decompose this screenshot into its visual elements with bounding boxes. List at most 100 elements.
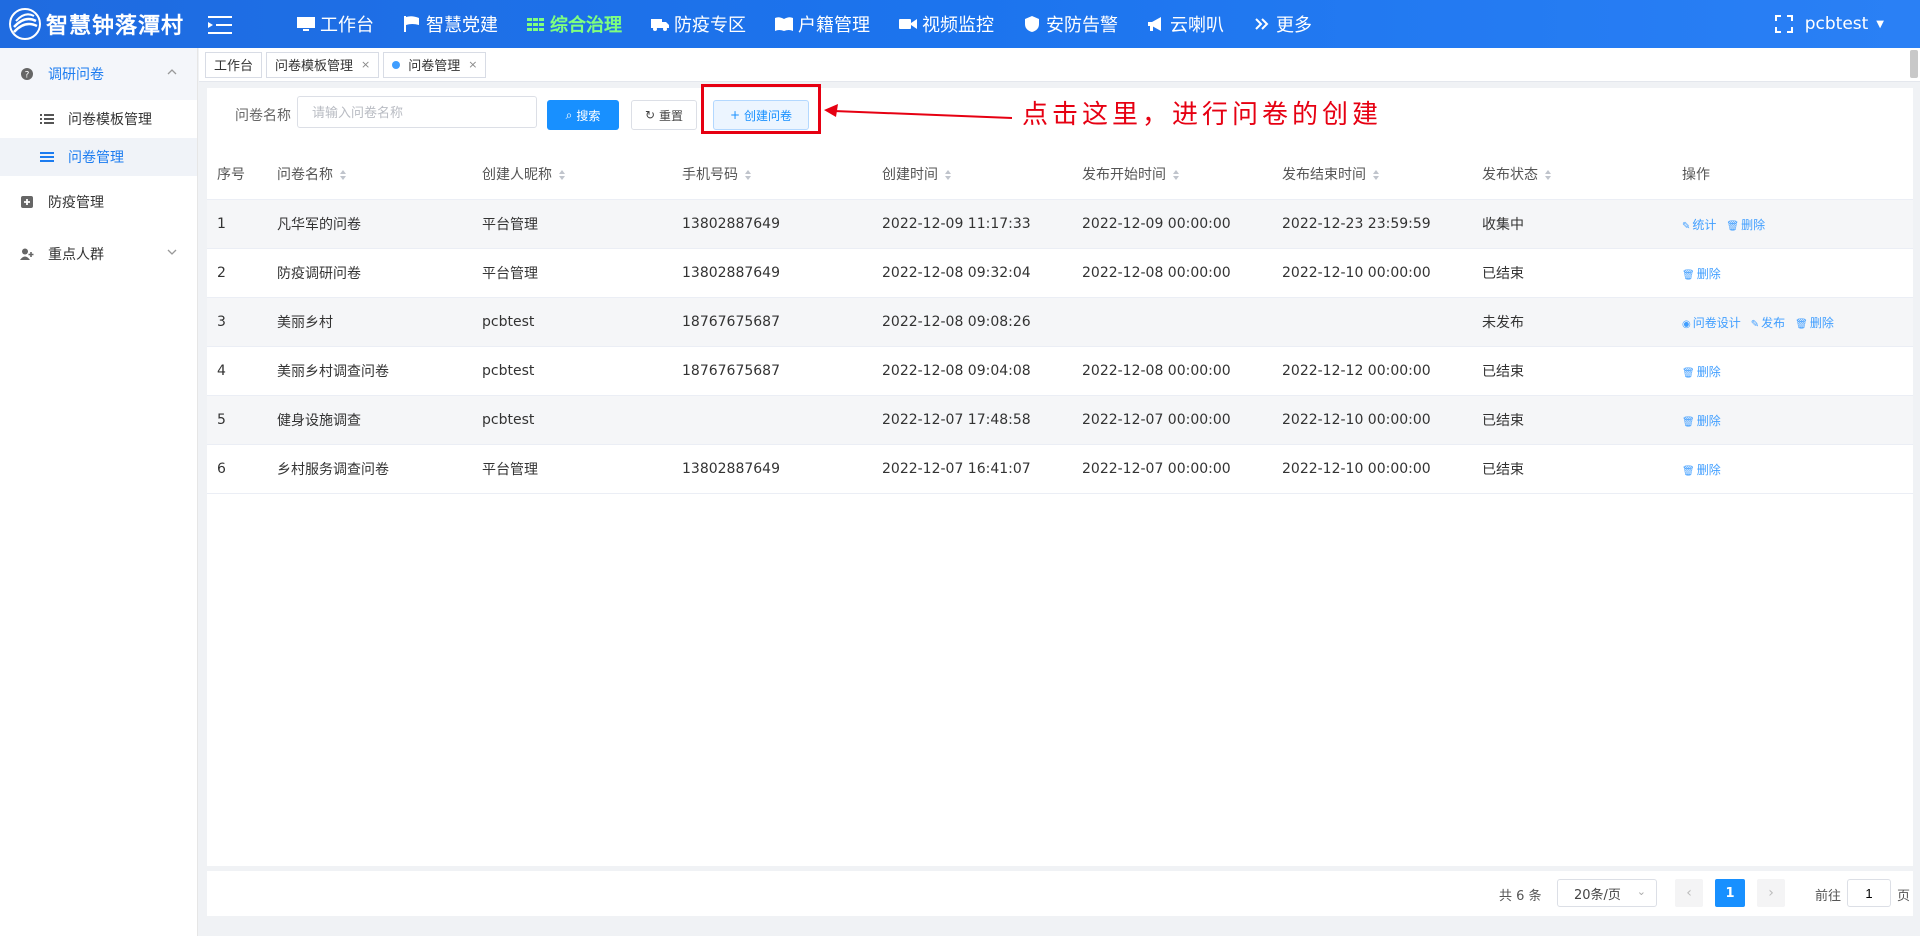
action-link[interactable]: 🗑 删除	[1682, 414, 1721, 428]
nav-item-2[interactable]: 综合治理	[526, 11, 622, 37]
trash-icon: 🗑	[1682, 416, 1695, 428]
fullscreen-icon[interactable]	[1774, 15, 1793, 33]
cell-creator: 平台管理	[482, 266, 538, 282]
sort-icon[interactable]	[339, 169, 347, 181]
survey-name-input[interactable]	[297, 96, 537, 128]
column-header[interactable]: 创建人昵称	[472, 164, 672, 184]
chevron-up-icon	[167, 69, 177, 75]
tab-workbench[interactable]: 工作台	[205, 51, 263, 78]
table-row[interactable]: 6 乡村服务调查问卷 平台管理 13802887649 2022-12-07 16:41…	[207, 445, 1913, 494]
action-label: 删除	[1809, 315, 1834, 330]
sort-icon[interactable]	[944, 169, 952, 181]
prev-page-button[interactable]: ‹	[1675, 879, 1703, 907]
brand[interactable]: 智慧钟落潭村	[8, 7, 184, 41]
tab-survey-manage[interactable]: 问卷管理 ×	[383, 51, 487, 78]
close-icon[interactable]: ×	[361, 58, 370, 71]
action-label: 删除	[1696, 462, 1721, 477]
sidebar-group-key-people[interactable]: 重点人群	[0, 228, 197, 280]
table-row[interactable]: 4 美丽乡村调查问卷 pcbtest 18767675687 2022-12-08 09…	[207, 347, 1913, 396]
sidebar-item-survey-manage[interactable]: 问卷管理	[0, 138, 197, 176]
column-header[interactable]: 发布开始时间	[1072, 164, 1272, 184]
action-link[interactable]: ✎ 统计	[1682, 218, 1716, 232]
scrollbar[interactable]	[1910, 50, 1918, 78]
nav-item-7[interactable]: 云喇叭	[1146, 11, 1224, 37]
next-page-button[interactable]: ›	[1757, 879, 1785, 907]
nav-item-8[interactable]: 更多	[1252, 11, 1312, 37]
close-icon[interactable]: ×	[468, 58, 477, 71]
nav-item-4[interactable]: 户籍管理	[774, 11, 870, 37]
goto-label: 前往	[1815, 889, 1842, 904]
tab-template-manage[interactable]: 问卷模板管理 ×	[266, 51, 380, 78]
sidebar-group-survey[interactable]: ? 调研问卷	[0, 48, 197, 100]
sidebar-item-label: 问卷模板管理	[68, 112, 152, 128]
goto-page-input[interactable]	[1847, 879, 1891, 907]
column-header[interactable]: 创建时间	[872, 164, 1072, 184]
trash-icon: 🗑	[1682, 269, 1695, 281]
trash-icon: 🗑	[1682, 367, 1695, 379]
sort-icon[interactable]	[744, 169, 752, 181]
action-link[interactable]: ◉ 问卷设计	[1682, 316, 1741, 330]
cell-end: 2022-12-10 00:00:00	[1282, 265, 1431, 281]
sort-icon[interactable]	[558, 169, 566, 181]
menu-icon	[40, 152, 54, 162]
cell-start: 2022-12-08 00:00:00	[1082, 265, 1231, 281]
page-number-current[interactable]: 1	[1715, 879, 1745, 907]
column-header[interactable]: 问卷名称	[267, 164, 472, 184]
nav-item-0[interactable]: 工作台	[296, 11, 374, 37]
cell-actions: 🗑 删除	[1672, 265, 1913, 282]
tabs-bar: 工作台 问卷模板管理 × 问卷管理 ×	[199, 48, 1920, 82]
action-link[interactable]: 🗑 删除	[1682, 365, 1721, 379]
cell-phone: 13802887649	[682, 265, 780, 281]
action-link[interactable]: 🗑 删除	[1795, 316, 1834, 330]
search-button[interactable]: ⌕ 搜索	[547, 100, 619, 130]
sort-icon[interactable]	[1172, 169, 1180, 181]
user-area[interactable]: pcbtest ▼	[1774, 0, 1884, 48]
trash-icon: 🗑	[1682, 465, 1695, 477]
action-label: 问卷设计	[1692, 315, 1741, 330]
edit-icon: ✎	[1682, 220, 1691, 232]
cell-start: 2022-12-07 00:00:00	[1082, 461, 1231, 477]
nav-item-1[interactable]: 智慧党建	[402, 11, 498, 37]
action-label: 删除	[1696, 413, 1721, 428]
column-header[interactable]: 发布状态	[1472, 164, 1672, 184]
nav-item-label: 工作台	[320, 15, 374, 36]
sort-icon[interactable]	[1544, 169, 1552, 181]
nav-item-5[interactable]: 视频监控	[898, 11, 994, 37]
action-link[interactable]: ✎ 发布	[1751, 316, 1785, 330]
list-icon	[40, 114, 54, 124]
action-link[interactable]: 🗑 删除	[1726, 218, 1765, 232]
content-panel: 问卷名称 ⌕ 搜索 ↻ 重置 + 创建问卷 点击这里，进行问卷的创建 序号 问卷名…	[207, 84, 1913, 866]
sidebar-item-template[interactable]: 问卷模板管理	[0, 100, 197, 138]
table-row[interactable]: 5 健身设施调查 pcbtest 2022-12-07 17:48:58 2022-12…	[207, 396, 1913, 445]
page-suffix: 页	[1897, 889, 1911, 904]
table-row[interactable]: 1 凡华军的问卷 平台管理 13802887649 2022-12-09 11:17:3…	[207, 200, 1913, 249]
nav-item-3[interactable]: 防疫专区	[650, 11, 746, 37]
table-row[interactable]: 3 美丽乡村 pcbtest 18767675687 2022-12-08 09:08:…	[207, 298, 1913, 347]
top-navbar: 智慧钟落潭村 工作台 智慧党建 综合治理 防疫专区 户籍管理 视频监控 安防告警 云喇叭 更多 …	[0, 0, 1920, 48]
caret-down-icon[interactable]: ▼	[1876, 19, 1884, 30]
column-header[interactable]: 手机号码	[672, 164, 872, 184]
menu-toggle-icon[interactable]	[206, 14, 234, 36]
cell-created: 2022-12-08 09:04:08	[882, 363, 1031, 379]
cell-no: 1	[217, 216, 226, 232]
sidebar-group-label: 调研问卷	[48, 67, 104, 83]
cell-created: 2022-12-07 17:48:58	[882, 412, 1031, 428]
action-link[interactable]: 🗑 删除	[1682, 267, 1721, 281]
action-link[interactable]: 🗑 删除	[1682, 463, 1721, 477]
page-size-select[interactable]: 20条/页 ⌄	[1557, 879, 1657, 907]
username[interactable]: pcbtest	[1805, 14, 1869, 34]
table-body: 1 凡华军的问卷 平台管理 13802887649 2022-12-09 11:17:3…	[207, 200, 1913, 494]
sort-icon[interactable]	[1372, 169, 1380, 181]
cell-creator: pcbtest	[482, 363, 535, 379]
cell-end: 2022-12-10 00:00:00	[1282, 412, 1431, 428]
search-button-label: 搜索	[576, 108, 601, 123]
table-row[interactable]: 2 防疫调研问卷 平台管理 13802887649 2022-12-08 09:32:0…	[207, 249, 1913, 298]
nav-item-6[interactable]: 安防告警	[1022, 11, 1118, 37]
cell-status: 未发布	[1482, 315, 1524, 331]
reset-button[interactable]: ↻ 重置	[631, 100, 697, 130]
column-header[interactable]: 发布结束时间	[1272, 164, 1472, 184]
cell-creator: 平台管理	[482, 462, 538, 478]
sidebar-group-epidemic[interactable]: 防疫管理	[0, 176, 197, 228]
column-header-label: 问卷名称	[277, 166, 333, 183]
edit-icon: ✎	[1750, 318, 1760, 330]
